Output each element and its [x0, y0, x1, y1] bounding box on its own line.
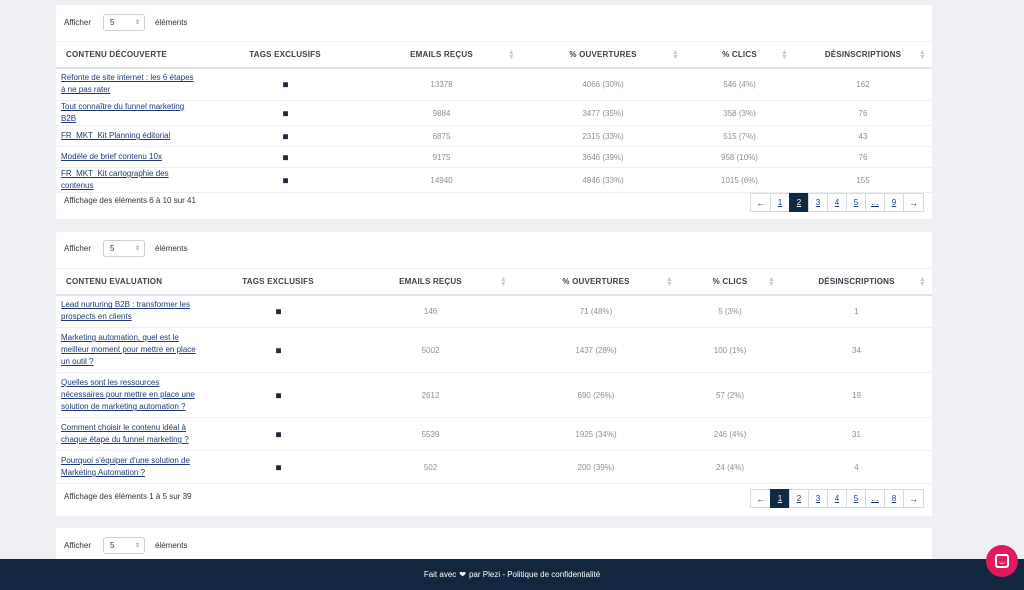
page-ellipsis: … [865, 193, 885, 212]
page-button[interactable]: 9 [884, 193, 904, 212]
col-header-unsubscribes[interactable]: DÉSINSCRIPTIONS ▲ ▼ [781, 268, 932, 296]
page-button[interactable]: 3 [808, 489, 828, 508]
tag-icon[interactable]: ◆ [272, 428, 285, 441]
table-row: Tout connaître du funnel marketing B2B ◆… [56, 100, 932, 126]
show-label: Afficher [64, 540, 91, 550]
footer-made-with: Fait avec [423, 570, 457, 579]
tag-icon[interactable]: ◆ [279, 107, 292, 120]
sort-icon[interactable]: ▲ ▼ [768, 276, 775, 288]
content-link[interactable]: Lead nurturing B2B : transformer les pro… [61, 300, 190, 321]
col-header-opens[interactable]: % OUVERTURES ▲ ▼ [513, 268, 679, 296]
table-row: FR_MKT_Kit cartographie des contenus ◆ 1… [56, 167, 932, 193]
chat-icon [995, 554, 1009, 568]
table-row: Modèle de brief contenu 10x ◆ 9175 3646 … [56, 146, 932, 168]
pagination: ← 1 2 3 4 5 … 9 → [750, 193, 924, 212]
table-row: Quelles sont les ressources nécessaires … [56, 372, 932, 418]
elements-label: éléments [154, 243, 188, 253]
tag-icon[interactable]: ◆ [272, 389, 285, 402]
page-size-control: Afficher 5 ⇕ éléments [64, 238, 187, 258]
page-button[interactable]: 2 [789, 489, 809, 508]
col-header-tags: TAGS EXCLUSIFS [208, 268, 348, 296]
chevron-updown-icon: ⇕ [134, 542, 140, 549]
page-button-active[interactable]: 2 [789, 193, 809, 212]
content-link[interactable]: Refonte de site internet : les 6 étapes … [61, 73, 194, 94]
col-header-opens[interactable]: % OUVERTURES ▲ ▼ [521, 41, 685, 69]
col-header-emails[interactable]: EMAILS REÇUS ▲ ▼ [348, 268, 513, 296]
heart-icon: ❤ [459, 570, 466, 579]
page-button[interactable]: 3 [808, 193, 828, 212]
sort-icon[interactable]: ▲ ▼ [672, 49, 679, 61]
discovery-table: CONTENU DÉCOUVERTE TAGS EXCLUSIFS EMAILS… [56, 41, 932, 193]
page-ellipsis: … [865, 489, 885, 508]
footer-credits-link[interactable]: par Plezi - Politique de confidentialité [469, 570, 600, 579]
sort-icon[interactable]: ▲ ▼ [508, 49, 515, 61]
content-link[interactable]: Quelles sont les ressources nécessaires … [61, 378, 195, 411]
page-button[interactable]: 8 [884, 489, 904, 508]
table-card-discovery: Afficher 5 ⇕ éléments CONTENU DÉCOUVERTE … [56, 5, 932, 219]
arrow-left-icon[interactable]: ← [750, 489, 771, 508]
page-size-select[interactable]: 5 ⇕ [102, 239, 145, 257]
tag-icon[interactable]: ◆ [272, 461, 285, 474]
elements-label: éléments [154, 540, 188, 550]
col-header-clicks[interactable]: % CLICS ▲ ▼ [685, 41, 794, 69]
page-size-select[interactable]: 5 ⇕ [102, 536, 145, 554]
page-button[interactable]: 4 [827, 193, 847, 212]
col-header-tags: TAGS EXCLUSIFS [208, 41, 362, 69]
table-row: Lead nurturing B2B : transformer les pro… [56, 294, 932, 328]
page-button-active[interactable]: 1 [770, 489, 790, 508]
arrow-right-icon[interactable]: → [903, 489, 924, 508]
page-button[interactable]: 5 [846, 193, 866, 212]
tag-icon[interactable]: ◆ [272, 305, 285, 318]
table-row: Comment choisir le contenu idéal à chaqu… [56, 417, 932, 451]
arrow-right-icon[interactable]: → [903, 193, 924, 212]
col-header-content[interactable]: CONTENU EVALUATION [56, 268, 208, 296]
show-label: Afficher [64, 243, 91, 253]
chevron-updown-icon: ⇕ [134, 19, 140, 26]
table-row: Refonte de site internet : les 6 étapes … [56, 67, 932, 101]
evaluation-table: CONTENU EVALUATION TAGS EXCLUSIFS EMAILS… [56, 268, 932, 484]
table-row: Pourquoi s'équiper d'une solution de Mar… [56, 450, 932, 484]
sort-icon[interactable]: ▲ ▼ [666, 276, 673, 288]
elements-label: éléments [154, 17, 188, 27]
table-row: Marketing automation, quel est le meille… [56, 327, 932, 373]
tag-icon[interactable]: ◆ [279, 174, 292, 187]
table-card-evaluation: Afficher 5 ⇕ éléments CONTENU EVALUATION … [56, 232, 932, 516]
page-button[interactable]: 1 [770, 193, 790, 212]
page-size-control: Afficher 5 ⇕ éléments [64, 535, 187, 555]
sort-icon[interactable]: ▲ ▼ [781, 49, 788, 61]
content-link[interactable]: Comment choisir le contenu idéal à chaqu… [61, 423, 189, 444]
page-size-control: Afficher 5 ⇕ éléments [64, 12, 187, 32]
content-link[interactable]: FR_MKT_Kit cartographie des contenus [61, 169, 169, 190]
chat-button[interactable] [986, 545, 1018, 577]
col-header-unsubscribes[interactable]: DÉSINSCRIPTIONS ▲ ▼ [794, 41, 932, 69]
col-header-content[interactable]: CONTENU DÉCOUVERTE [56, 41, 208, 69]
chevron-updown-icon: ⇕ [134, 245, 140, 252]
page-button[interactable]: 4 [827, 489, 847, 508]
page-size-select[interactable]: 5 ⇕ [102, 13, 145, 31]
col-header-clicks[interactable]: % CLICS ▲ ▼ [679, 268, 781, 296]
arrow-left-icon[interactable]: ← [750, 193, 771, 212]
content-link[interactable]: Pourquoi s'équiper d'une solution de Mar… [61, 456, 190, 477]
tag-icon[interactable]: ◆ [279, 151, 292, 164]
page-button[interactable]: 5 [846, 489, 866, 508]
col-header-emails[interactable]: EMAILS REÇUS ▲ ▼ [362, 41, 521, 69]
sort-icon[interactable]: ▲ ▼ [919, 49, 926, 61]
content-link[interactable]: Tout connaître du funnel marketing B2B [61, 102, 184, 123]
content-link[interactable]: Modèle de brief contenu 10x [61, 152, 162, 161]
tag-icon[interactable]: ◆ [279, 130, 292, 143]
table-info: Affichage des éléments 6 à 10 sur 41 [64, 196, 196, 205]
content-link[interactable]: Marketing automation, quel est le meille… [61, 333, 196, 366]
table-info: Affichage des éléments 1 à 5 sur 39 [64, 492, 192, 501]
content-link[interactable]: FR_MKT_Kit Planning éditorial [61, 131, 170, 140]
tag-icon[interactable]: ◆ [279, 78, 292, 91]
footer: Fait avec ❤ par Plezi - Politique de con… [0, 559, 1024, 590]
table-row: FR_MKT_Kit Planning éditorial ◆ 6875 231… [56, 125, 932, 147]
sort-icon[interactable]: ▲ ▼ [500, 276, 507, 288]
tag-icon[interactable]: ◆ [272, 344, 285, 357]
pagination: ← 1 2 3 4 5 … 8 → [750, 489, 924, 508]
sort-icon[interactable]: ▲ ▼ [919, 276, 926, 288]
show-label: Afficher [64, 17, 91, 27]
